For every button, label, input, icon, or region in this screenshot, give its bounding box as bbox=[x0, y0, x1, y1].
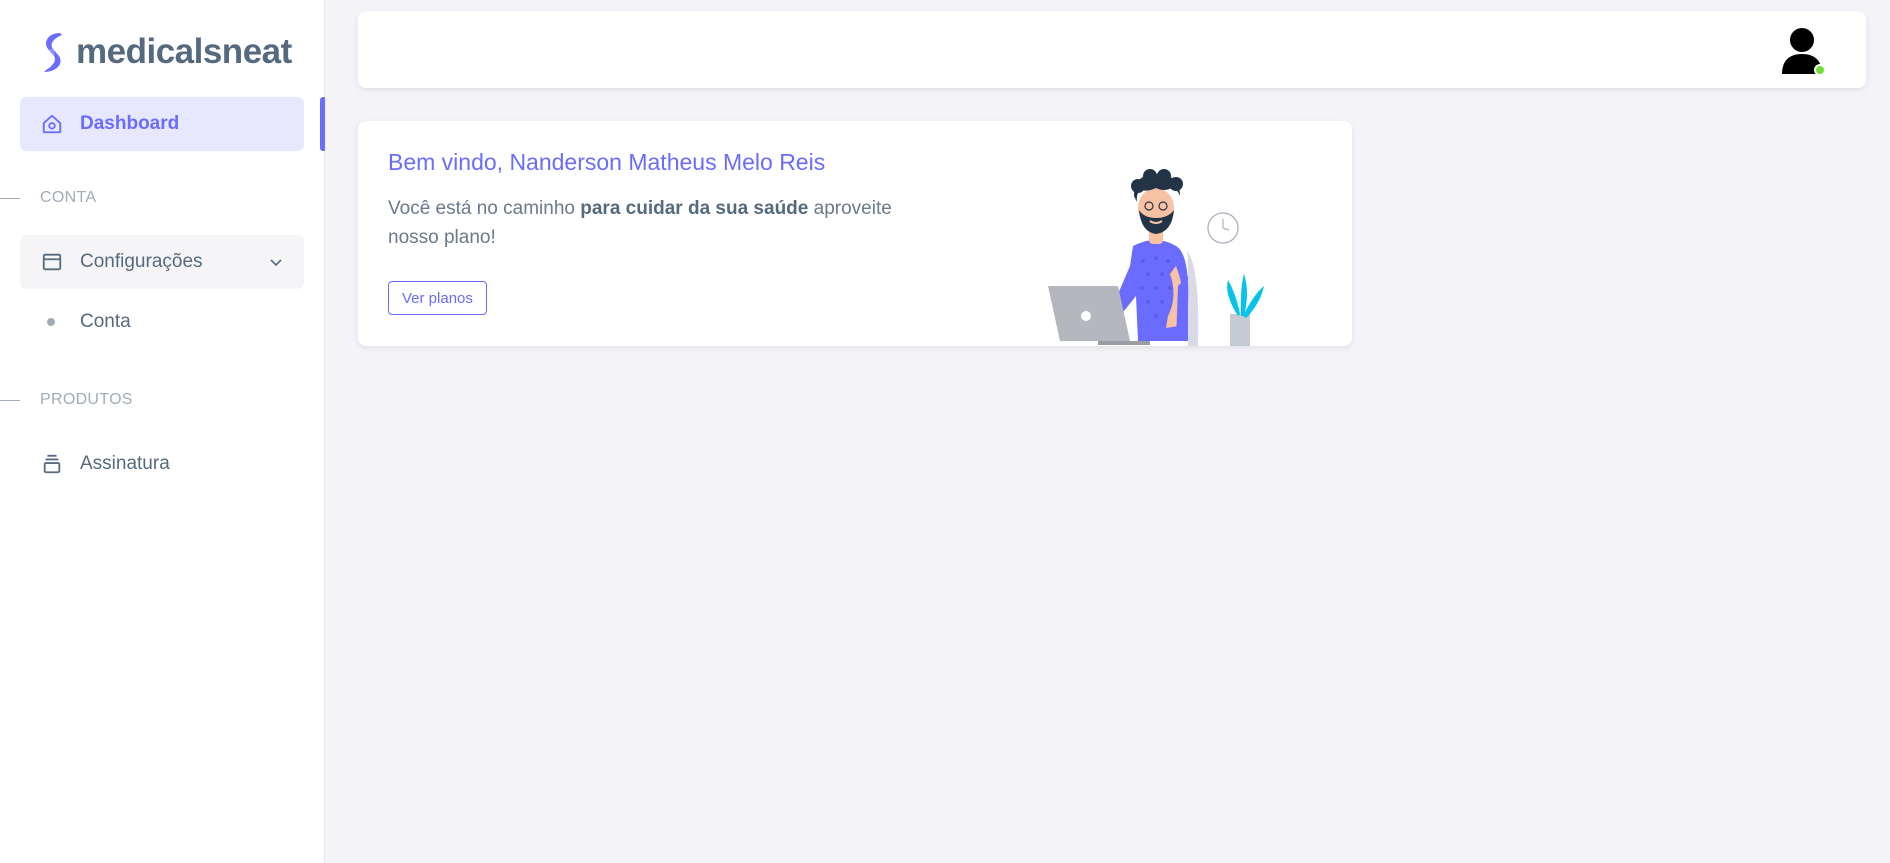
welcome-text-bold: para cuidar da sua saúde bbox=[580, 198, 809, 219]
welcome-title: Bem vindo, Nanderson Matheus Melo Reis bbox=[388, 149, 826, 175]
brand[interactable]: medicalsneat bbox=[38, 30, 292, 74]
top-navbar bbox=[358, 11, 1866, 88]
welcome-card: Bem vindo, Nanderson Matheus Melo Reis V… bbox=[358, 121, 1352, 346]
sidebar-subitem-conta[interactable]: Conta bbox=[20, 302, 131, 342]
view-plans-button[interactable]: Ver planos bbox=[388, 281, 487, 315]
man-with-laptop-illustration bbox=[1048, 169, 1264, 346]
section-label: CONTA bbox=[40, 189, 97, 206]
section-divider bbox=[0, 197, 20, 199]
sidebar-item-configuracoes[interactable]: Configurações bbox=[20, 235, 304, 289]
home-icon bbox=[40, 112, 64, 136]
sidebar-item-label: Assinatura bbox=[80, 453, 170, 474]
sidebar: medicalsneat Dashboard CONTA Configuraçõ… bbox=[0, 0, 325, 863]
online-status-badge bbox=[1814, 64, 1826, 76]
brand-name: medicalsneat bbox=[76, 32, 292, 71]
sidebar-item-dashboard[interactable]: Dashboard bbox=[20, 97, 304, 151]
section-label: PRODUTOS bbox=[40, 391, 133, 408]
user-avatar[interactable] bbox=[1782, 26, 1826, 76]
active-indicator bbox=[320, 97, 325, 151]
section-header-conta: CONTA bbox=[0, 186, 96, 210]
sidebar-item-label: Configurações bbox=[80, 251, 203, 272]
sidebar-item-label: Dashboard bbox=[80, 113, 180, 134]
brand-s-logo-icon bbox=[44, 33, 62, 72]
sidebar-item-assinatura[interactable]: Assinatura bbox=[20, 437, 304, 491]
section-header-produtos: PRODUTOS bbox=[0, 388, 133, 412]
chevron-down-icon bbox=[270, 259, 282, 267]
section-divider bbox=[0, 399, 20, 401]
bullet-icon bbox=[47, 318, 55, 326]
welcome-text: Você está no caminho para cuidar da sua … bbox=[388, 194, 908, 252]
sidebar-item-label: Conta bbox=[80, 311, 131, 332]
welcome-text-start: Você está no caminho bbox=[388, 198, 581, 219]
layout-icon bbox=[40, 250, 64, 274]
stack-icon bbox=[40, 452, 64, 476]
